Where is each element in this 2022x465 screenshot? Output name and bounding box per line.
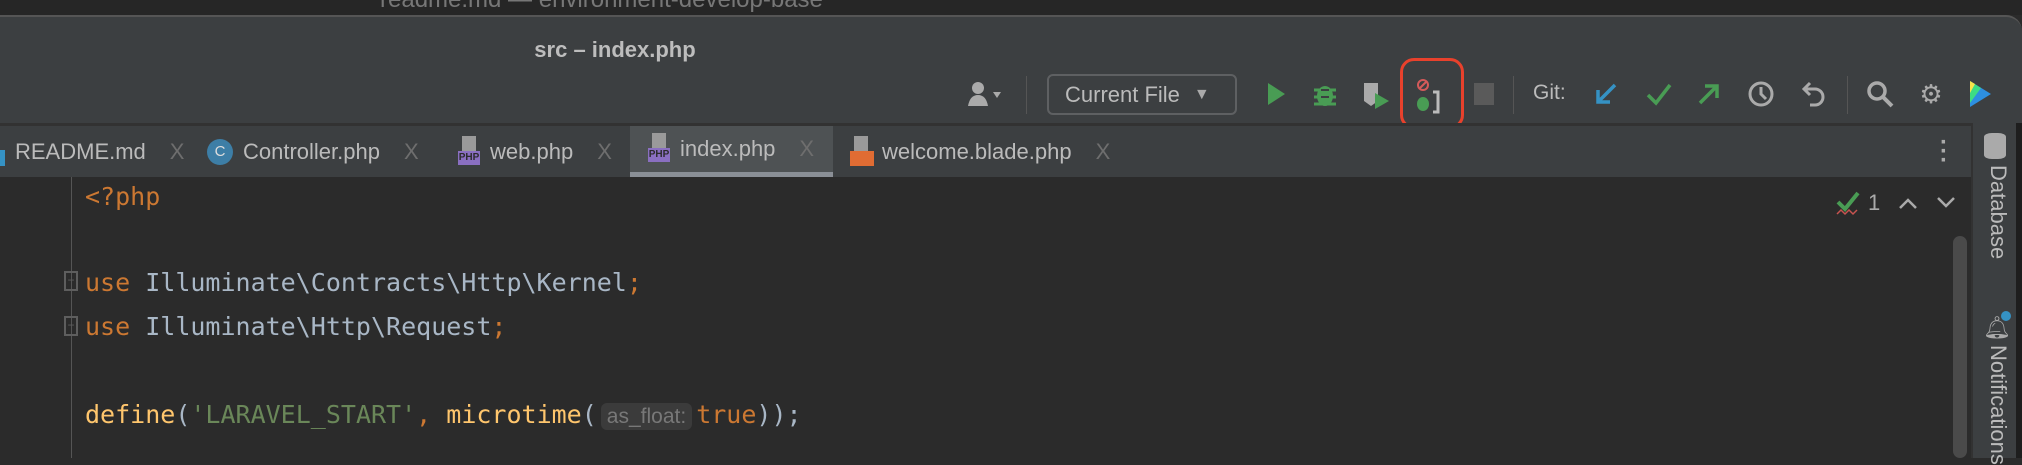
- close-icon[interactable]: X: [404, 139, 419, 165]
- inspection-count: 1: [1868, 190, 1881, 215]
- rollback-icon[interactable]: [1800, 80, 1828, 108]
- tab-label: Controller.php: [243, 138, 380, 164]
- code-line-3[interactable]: use Illuminate\Contracts\Http\Kernel;: [85, 261, 642, 305]
- class-icon: C: [207, 138, 233, 165]
- notifications-tool-button[interactable]: Notifications: [1985, 345, 2011, 465]
- close-icon[interactable]: X: [799, 136, 814, 162]
- editor-tab-bar: README.md X C Controller.php X PHP web.p…: [0, 123, 1971, 177]
- git-commit-icon[interactable]: [1645, 80, 1673, 108]
- window-title: src – index.php: [534, 37, 696, 62]
- database-icon: [1984, 133, 2006, 159]
- bell-icon: 🔔︎: [1983, 311, 2011, 340]
- tab-label: index.php: [680, 136, 776, 161]
- php-file-icon: PHP: [458, 135, 480, 168]
- coverage-icon[interactable]: [1361, 80, 1389, 109]
- run-configuration-dropdown[interactable]: Current File ▼: [1047, 74, 1237, 115]
- history-icon[interactable]: [1747, 80, 1775, 108]
- tab-readme[interactable]: README.md X: [0, 126, 184, 177]
- previous-highlight-icon[interactable]: [1898, 196, 1918, 210]
- tab-label: README.md: [15, 138, 146, 164]
- database-tool-button[interactable]: Database: [1985, 165, 2011, 259]
- code-line-4[interactable]: use Illuminate\Http\Request;: [85, 305, 506, 349]
- toolbar-separator: [1847, 76, 1848, 114]
- toolbar-separator: [1026, 76, 1027, 114]
- play-icon[interactable]: [1262, 80, 1290, 108]
- debug-bug-icon[interactable]: [1311, 80, 1339, 108]
- stop-icon[interactable]: [1470, 80, 1498, 108]
- php-file-icon: PHP: [648, 133, 670, 165]
- vertical-scrollbar[interactable]: [1953, 236, 1967, 458]
- fold-marker-icon[interactable]: −: [64, 316, 78, 336]
- tab-index-php[interactable]: PHP index.php X: [630, 126, 833, 177]
- parameter-hint: as_float:: [600, 403, 693, 430]
- tab-label: web.php: [490, 138, 574, 164]
- run-configuration-label: Current File: [1065, 81, 1180, 107]
- close-icon[interactable]: X: [597, 139, 612, 165]
- git-push-icon[interactable]: [1695, 80, 1723, 108]
- tab-web-php[interactable]: PHP web.php X: [458, 126, 612, 177]
- inspection-ok-icon: [1836, 191, 1860, 216]
- search-icon[interactable]: [1866, 80, 1894, 108]
- git-update-icon[interactable]: [1592, 80, 1620, 108]
- toolbar-separator: [1513, 76, 1514, 114]
- blade-file-icon: [850, 135, 874, 168]
- fold-marker-icon[interactable]: −: [64, 271, 78, 291]
- next-highlight-icon[interactable]: [1936, 196, 1956, 210]
- tab-welcome-blade[interactable]: welcome.blade.php X: [850, 126, 1110, 177]
- more-tabs-kebab-icon[interactable]: · · ·: [1940, 131, 1948, 173]
- markdown-icon: [0, 149, 5, 166]
- chevron-down-icon: ▼: [1193, 85, 1210, 103]
- tab-controller[interactable]: C Controller.php X: [207, 126, 419, 177]
- right-tool-window-strip: Database 🔔︎ Notifications: [1971, 123, 2022, 465]
- tab-label: welcome.blade.php: [882, 138, 1072, 164]
- close-icon[interactable]: X: [1096, 139, 1111, 165]
- code-line-1[interactable]: <?php: [85, 175, 160, 219]
- close-icon[interactable]: X: [170, 139, 185, 165]
- background-window-strip: readme.md — environment-develop-base: [0, 0, 2022, 15]
- toolbox-logo-icon[interactable]: [1966, 80, 1994, 108]
- git-label: Git:: [1533, 81, 1566, 104]
- code-line-6[interactable]: define('LARAVEL_START', microtime(as_flo…: [85, 393, 802, 437]
- profiler-icon[interactable]: [1414, 78, 1442, 114]
- background-window-title: readme.md — environment-develop-base: [380, 0, 823, 14]
- inspection-widget[interactable]: 1: [1836, 190, 1956, 216]
- user-icon[interactable]: [966, 80, 1006, 108]
- gear-icon[interactable]: ⚙: [1917, 79, 1945, 109]
